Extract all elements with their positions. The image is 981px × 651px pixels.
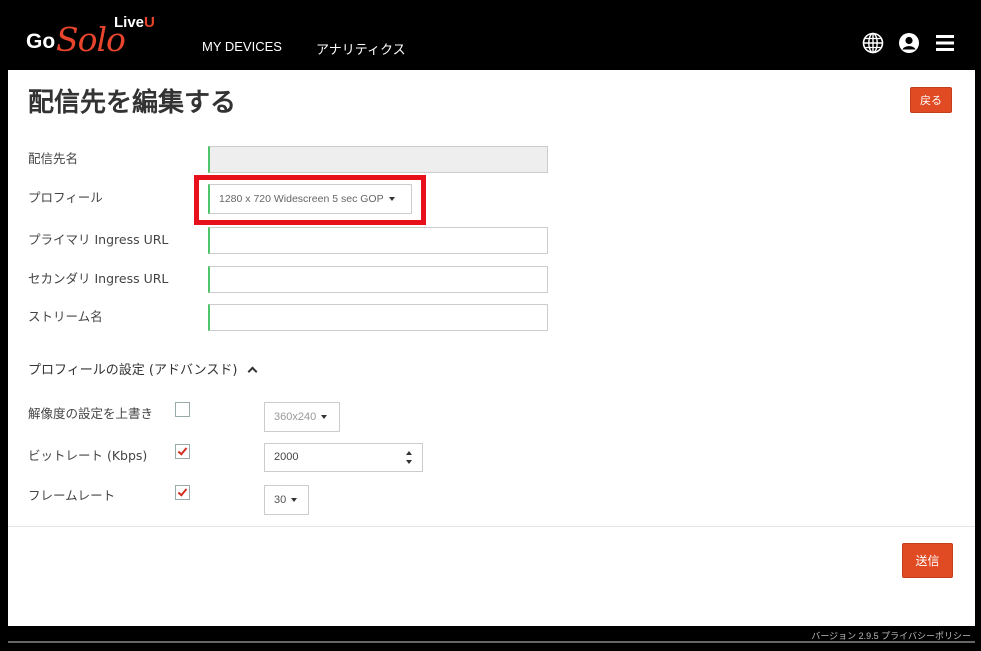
- nav-analytics[interactable]: アナリティクス: [316, 39, 406, 58]
- decrement-icon[interactable]: [406, 460, 412, 464]
- nav-my-devices[interactable]: MY DEVICES: [202, 39, 282, 54]
- profile-label: プロフィール: [28, 190, 103, 205]
- bitrate-value: 2000: [274, 451, 299, 463]
- back-button[interactable]: 戻る: [910, 87, 952, 113]
- caret-down-icon: [291, 498, 298, 503]
- resolution-select[interactable]: 360x240: [264, 402, 340, 432]
- section-divider: [8, 526, 975, 527]
- logo-go: Go: [26, 30, 56, 53]
- bitrate-checkbox[interactable]: [175, 444, 190, 459]
- resolution-select-value: 360x240: [274, 411, 317, 423]
- logo-liveu: LiveU: [114, 14, 155, 31]
- secondary-url-label: セカンダリ Ingress URL: [28, 271, 169, 286]
- submit-button[interactable]: 送信: [902, 543, 953, 578]
- footer-divider: [8, 641, 975, 643]
- checkmark-icon: [177, 486, 188, 497]
- primary-url-label: プライマリ Ingress URL: [28, 232, 169, 247]
- logo-live: Live: [114, 14, 145, 31]
- top-header: Go Solo LiveU MY DEVICES アナリティクス: [6, 6, 975, 70]
- user-icon[interactable]: [898, 32, 920, 54]
- destination-name-label: 配信先名: [28, 151, 79, 166]
- resolution-override-label: 解像度の設定を上書き: [28, 406, 154, 421]
- profile-select[interactable]: 1280 x 720 Widescreen 5 sec GOP: [208, 184, 412, 214]
- bitrate-stepper[interactable]: 2000: [264, 443, 423, 472]
- main-content: 配信先を編集する 戻る 配信先名 プロフィール 1280 x 720 Wides…: [8, 70, 975, 626]
- framerate-select[interactable]: 30: [264, 485, 309, 515]
- page-title: 配信先を編集する: [28, 88, 237, 118]
- app-frame: Go Solo LiveU MY DEVICES アナリティクス 配信先を編集す…: [0, 0, 981, 651]
- framerate-label: フレームレート: [28, 488, 116, 503]
- advanced-settings-label: プロフィールの設定 (アドバンスド): [28, 363, 238, 378]
- destination-name-field[interactable]: [208, 146, 548, 173]
- caret-down-icon: [321, 415, 328, 420]
- resolution-override-checkbox[interactable]: [175, 402, 190, 417]
- bitrate-label: ビットレート (Kbps): [28, 448, 148, 463]
- framerate-select-value: 30: [274, 494, 287, 506]
- stream-name-field[interactable]: [208, 304, 548, 331]
- advanced-settings-toggle[interactable]: プロフィールの設定 (アドバンスド): [28, 359, 258, 378]
- secondary-url-field[interactable]: [208, 266, 548, 293]
- profile-select-value: 1280 x 720 Widescreen 5 sec GOP: [219, 193, 384, 205]
- logo-u: U: [144, 14, 155, 31]
- caret-down-icon: [388, 197, 395, 202]
- chevron-up-icon: [247, 366, 258, 377]
- increment-icon[interactable]: [406, 451, 412, 455]
- menu-icon[interactable]: [934, 32, 956, 54]
- footer: バージョン 2.9.5 プライバシーポリシー: [0, 626, 981, 651]
- stream-name-label: ストリーム名: [28, 309, 103, 324]
- checkmark-icon: [177, 445, 188, 456]
- gosolo-logo[interactable]: Go Solo LiveU: [26, 14, 176, 64]
- globe-icon[interactable]: [862, 32, 884, 54]
- framerate-checkbox[interactable]: [175, 485, 190, 500]
- primary-url-field[interactable]: [208, 227, 548, 254]
